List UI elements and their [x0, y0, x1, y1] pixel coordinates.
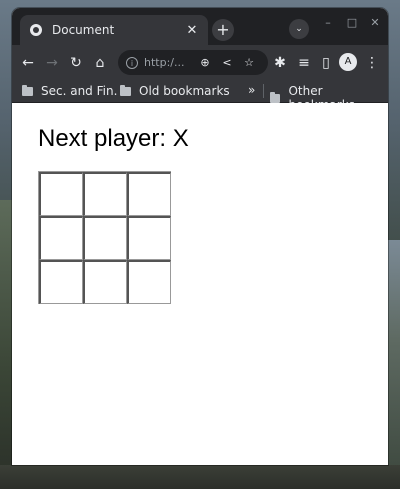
bookmark-old-bookmarks[interactable]: Old bookmarks: [120, 84, 230, 98]
info-icon[interactable]: i: [126, 56, 138, 69]
home-icon[interactable]: ⌂: [88, 55, 112, 71]
new-tab-button[interactable]: +: [212, 19, 234, 41]
browser-window: Document ✕ + ⌄ – □ ✕ ← → ↻ ⌂ i http:/...…: [12, 8, 388, 465]
side-panel-icon[interactable]: ▯: [314, 55, 338, 71]
menu-icon[interactable]: ⋮: [360, 55, 384, 71]
share-icon[interactable]: <: [216, 56, 238, 69]
board-square[interactable]: [39, 260, 83, 304]
game-board: [38, 171, 171, 304]
forward-icon[interactable]: →: [40, 55, 64, 71]
tab-search-button[interactable]: ⌄: [289, 19, 309, 39]
tab-strip: Document ✕ + ⌄ – □ ✕: [12, 8, 388, 45]
address-bar[interactable]: i http:/... ⊕ < ☆: [118, 50, 268, 75]
url-text[interactable]: http:/...: [144, 56, 194, 69]
folder-icon: [270, 91, 281, 103]
desktop-right-edge: [386, 240, 400, 489]
board-square[interactable]: [39, 172, 83, 216]
back-icon[interactable]: ←: [16, 55, 40, 71]
bookmark-label: Sec. and Fin.: [41, 84, 118, 98]
globe-icon: [30, 24, 42, 36]
close-tab-icon[interactable]: ✕: [184, 23, 200, 38]
maximize-icon[interactable]: □: [344, 16, 360, 29]
board-square[interactable]: [127, 216, 171, 260]
folder-icon: [22, 84, 33, 96]
board-square[interactable]: [39, 216, 83, 260]
browser-toolbar: ← → ↻ ⌂ i http:/... ⊕ < ☆ ✱ ≡ ▯ A ⋮: [12, 45, 388, 80]
page-content: Next player: X: [12, 103, 388, 465]
bookmarks-separator: [263, 84, 264, 98]
media-icon[interactable]: ≡: [292, 55, 316, 71]
tab-document[interactable]: Document ✕: [20, 15, 208, 45]
zoom-icon[interactable]: ⊕: [194, 56, 216, 69]
bookmark-label: Old bookmarks: [139, 84, 230, 98]
board-square[interactable]: [83, 260, 127, 304]
more-bookmarks-chevron-icon[interactable]: »: [248, 83, 255, 97]
tab-title: Document: [52, 23, 115, 37]
reload-icon[interactable]: ↻: [64, 55, 88, 71]
bookmarks-bar: Sec. and Fin. Old bookmarks » Other book…: [12, 80, 388, 112]
close-window-icon[interactable]: ✕: [367, 16, 383, 29]
folder-icon: [120, 84, 131, 96]
minimize-icon[interactable]: –: [320, 16, 336, 29]
game-status: Next player: X: [38, 125, 189, 152]
extensions-icon[interactable]: ✱: [268, 55, 292, 71]
bookmark-sec-and-fin[interactable]: Sec. and Fin.: [22, 84, 117, 98]
desktop-bottom-strip: [0, 465, 400, 489]
board-square[interactable]: [83, 172, 127, 216]
board-square[interactable]: [127, 172, 171, 216]
bookmark-star-icon[interactable]: ☆: [238, 56, 260, 69]
profile-avatar[interactable]: A: [339, 53, 357, 71]
board-square[interactable]: [127, 260, 171, 304]
board-square[interactable]: [83, 216, 127, 260]
